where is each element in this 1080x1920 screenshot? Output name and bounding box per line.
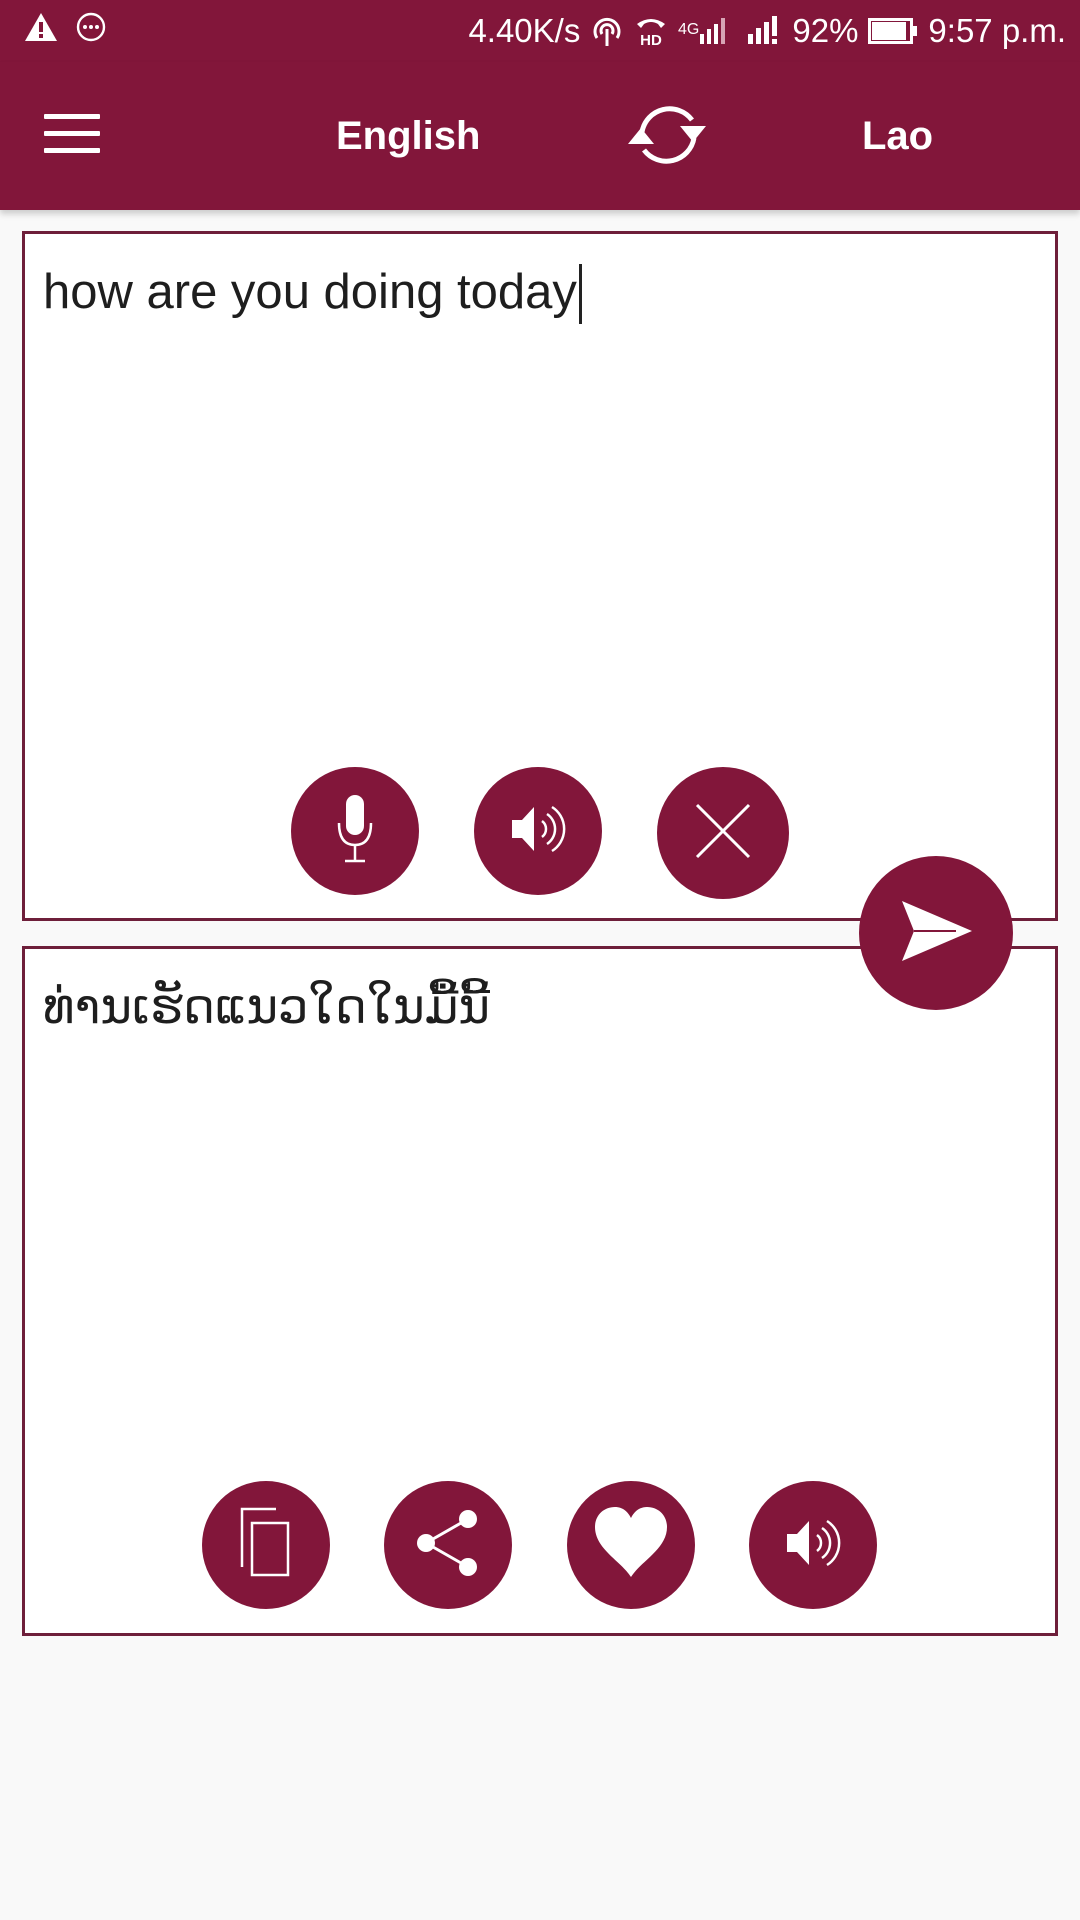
battery-icon (868, 16, 918, 46)
svg-text:HD: HD (641, 32, 663, 48)
text-cursor (578, 264, 582, 324)
source-text-input[interactable]: how are you doing today (43, 262, 582, 324)
speaker-icon (781, 1513, 845, 1578)
battery-percent: 92% (792, 12, 859, 49)
clock: 9:57 p.m. (928, 12, 1066, 49)
hamburger-menu-icon[interactable] (44, 114, 100, 158)
speaker-icon (506, 799, 570, 864)
app-bar: English Lao (0, 62, 1080, 210)
source-language-selector[interactable]: English (336, 110, 480, 162)
copy-icon (238, 1505, 294, 1586)
copy-button[interactable] (202, 1481, 330, 1609)
send-icon (896, 899, 976, 968)
close-icon (693, 801, 753, 866)
4g-signal-icon: 4G (678, 14, 736, 48)
speak-input-button[interactable] (474, 767, 602, 895)
warning-icon (24, 12, 58, 42)
translated-text: ທ່ານເຮັດແນວໃດໃນມື້ນີ້ (43, 979, 490, 1035)
microphone-icon (325, 789, 385, 874)
network-type-label: 4G (678, 21, 699, 38)
share-icon (412, 1507, 484, 1584)
network-speed: 4.40K/s (468, 12, 581, 49)
status-bar: 4.40K/s HD 4G 92% 9:57 p.m. (0, 0, 1080, 62)
favorite-button[interactable] (567, 1481, 695, 1609)
target-language-selector[interactable]: Lao (862, 110, 933, 162)
heart-icon (591, 1505, 671, 1586)
swap-languages-icon[interactable] (620, 92, 716, 178)
sim2-signal-icon (746, 14, 782, 48)
clear-button[interactable] (657, 767, 789, 899)
more-circle-icon (76, 12, 106, 42)
hd-call-icon: HD (634, 14, 668, 48)
speak-output-button[interactable] (749, 1481, 877, 1609)
translate-button[interactable] (859, 856, 1013, 1010)
output-panel: ທ່ານເຮັດແນວໃດໃນມື້ນີ້ (22, 946, 1058, 1636)
source-text-value: how are you doing today (43, 265, 577, 319)
microphone-button[interactable] (291, 767, 419, 895)
hotspot-icon (590, 14, 624, 48)
share-button[interactable] (384, 1481, 512, 1609)
